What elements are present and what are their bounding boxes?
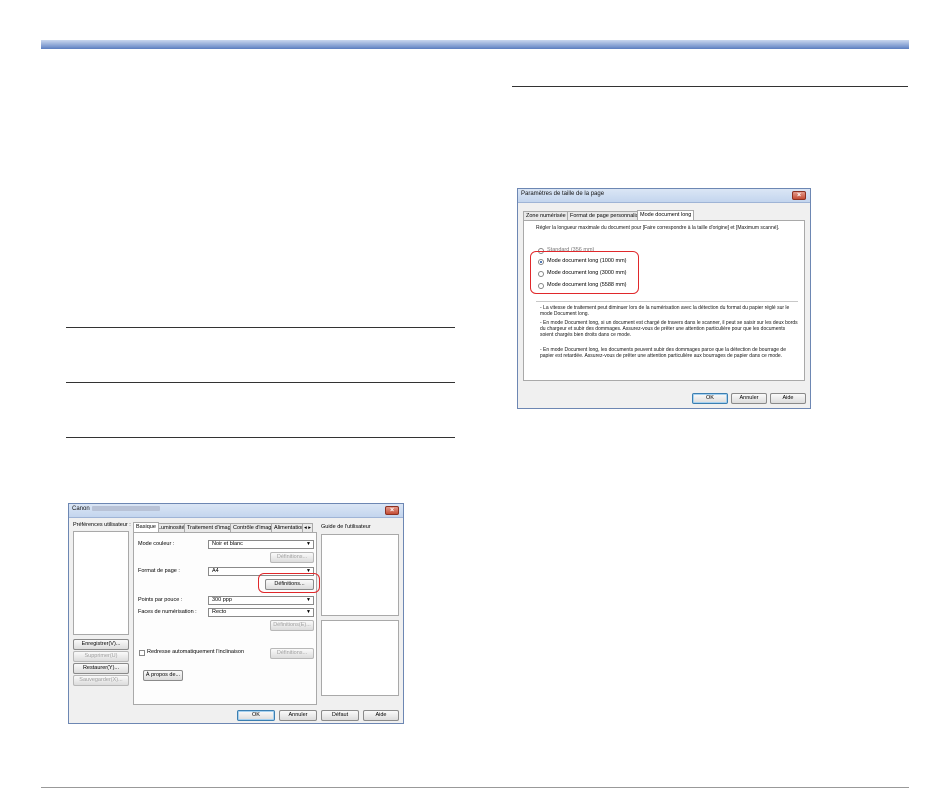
close-button[interactable]: ×: [385, 506, 399, 515]
color-mode-label: Mode couleur :: [138, 541, 175, 547]
ok-button[interactable]: OK: [237, 710, 275, 721]
notes-separator: [536, 301, 798, 302]
long-document-highlight: [530, 251, 639, 294]
header-bar: [41, 40, 909, 49]
page-size-titlebar: Paramètres de taille de la page ×: [518, 189, 810, 203]
chevron-down-icon: ▼: [306, 597, 311, 603]
divider-left-2: [66, 382, 455, 383]
page-size-label: Format de page :: [138, 568, 180, 574]
cancel-button[interactable]: Annuler: [731, 393, 767, 404]
color-settings-button[interactable]: Définitions...: [270, 552, 314, 563]
restore-prefs-button[interactable]: Restaurer(Y)...: [73, 663, 129, 674]
scanner-title: Canon: [72, 506, 160, 512]
ok-button[interactable]: OK: [692, 393, 728, 404]
page-size-dialog: Paramètres de taille de la page × Zone n…: [517, 188, 811, 409]
scan-side-value: Recto: [212, 609, 227, 615]
close-icon: ×: [796, 192, 802, 199]
tab-scan-area[interactable]: Zone numérisée: [523, 211, 569, 220]
tab-long-document[interactable]: Mode document long: [637, 210, 695, 220]
close-button[interactable]: ×: [792, 191, 806, 200]
delete-prefs-button[interactable]: Supprimer(U): [73, 651, 129, 662]
divider-right-top: [512, 86, 908, 87]
dpi-label: Points par pouce :: [138, 597, 183, 603]
scan-side-label: Faces de numérisation :: [138, 609, 197, 615]
cancel-button[interactable]: Annuler: [279, 710, 317, 721]
long-document-description: Régler la longueur maximale du document …: [536, 225, 780, 231]
chevron-down-icon: ▼: [306, 541, 311, 547]
user-guide-panel: [321, 534, 399, 616]
dpi-value: 300 ppp: [212, 597, 232, 603]
deskew-label: Redresse automatiquement l'inclinaison: [147, 649, 245, 655]
user-prefs-list[interactable]: [73, 531, 129, 635]
tab-scroll-arrows[interactable]: ◂ ▸: [302, 523, 314, 532]
deskew-settings-button[interactable]: Définitions...: [270, 648, 314, 659]
scanner-title-text: Canon: [72, 506, 90, 513]
tab-brightness[interactable]: Luminosité: [155, 523, 188, 532]
color-mode-select[interactable]: Noir et blanc ▼: [208, 540, 314, 549]
note-speed: - La vitesse de traitement peut diminuer…: [540, 305, 790, 317]
preview-panel: [321, 620, 399, 696]
page-size-settings-highlight: [258, 573, 320, 593]
tab-image-processing[interactable]: Traitement d'image: [184, 523, 237, 532]
note-skew: - En mode Document long, si un document …: [540, 320, 798, 338]
tab-basic[interactable]: Basique: [133, 522, 159, 532]
dpi-select[interactable]: 300 ppp ▼: [208, 596, 314, 605]
page-size-value: A4: [212, 568, 219, 574]
user-guide-label: Guide de l'utilisateur: [321, 524, 371, 530]
default-button[interactable]: Défaut: [321, 710, 359, 721]
help-button[interactable]: Aide: [363, 710, 399, 721]
divider-left-1: [66, 327, 455, 328]
color-mode-value: Noir et blanc: [212, 541, 243, 547]
scan-side-select[interactable]: Recto ▼: [208, 608, 314, 617]
save-prefs-button[interactable]: Enregistrer(V)...: [73, 639, 129, 650]
footer-rule: [41, 787, 909, 788]
note-jam: - En mode Document long, les documents p…: [540, 347, 786, 359]
deskew-checkbox[interactable]: [139, 650, 145, 656]
scanner-settings-dialog: Canon × Préférences utilisateur : Enregi…: [68, 503, 404, 724]
close-icon: ×: [389, 507, 395, 514]
tab-custom-page-size[interactable]: Format de page personnalisé: [567, 211, 645, 220]
basic-tab-panel: Mode couleur : Noir et blanc ▼ Définition…: [133, 532, 317, 705]
chevron-down-icon: ▼: [306, 609, 311, 615]
long-document-panel: Régler la longueur maximale du document …: [523, 220, 805, 381]
backup-prefs-button[interactable]: Sauvegarder(X)...: [73, 675, 129, 686]
divider-left-3: [66, 437, 455, 438]
about-button[interactable]: À propos de...: [143, 670, 183, 681]
scanner-titlebar: Canon ×: [69, 504, 403, 518]
help-button[interactable]: Aide: [770, 393, 806, 404]
scan-side-settings-button[interactable]: Définitions(E)...: [270, 620, 314, 631]
page-size-title: Paramètres de taille de la page: [521, 191, 605, 197]
redacted-model-name: [91, 506, 160, 511]
user-prefs-label: Préférences utilisateur :: [73, 522, 131, 528]
